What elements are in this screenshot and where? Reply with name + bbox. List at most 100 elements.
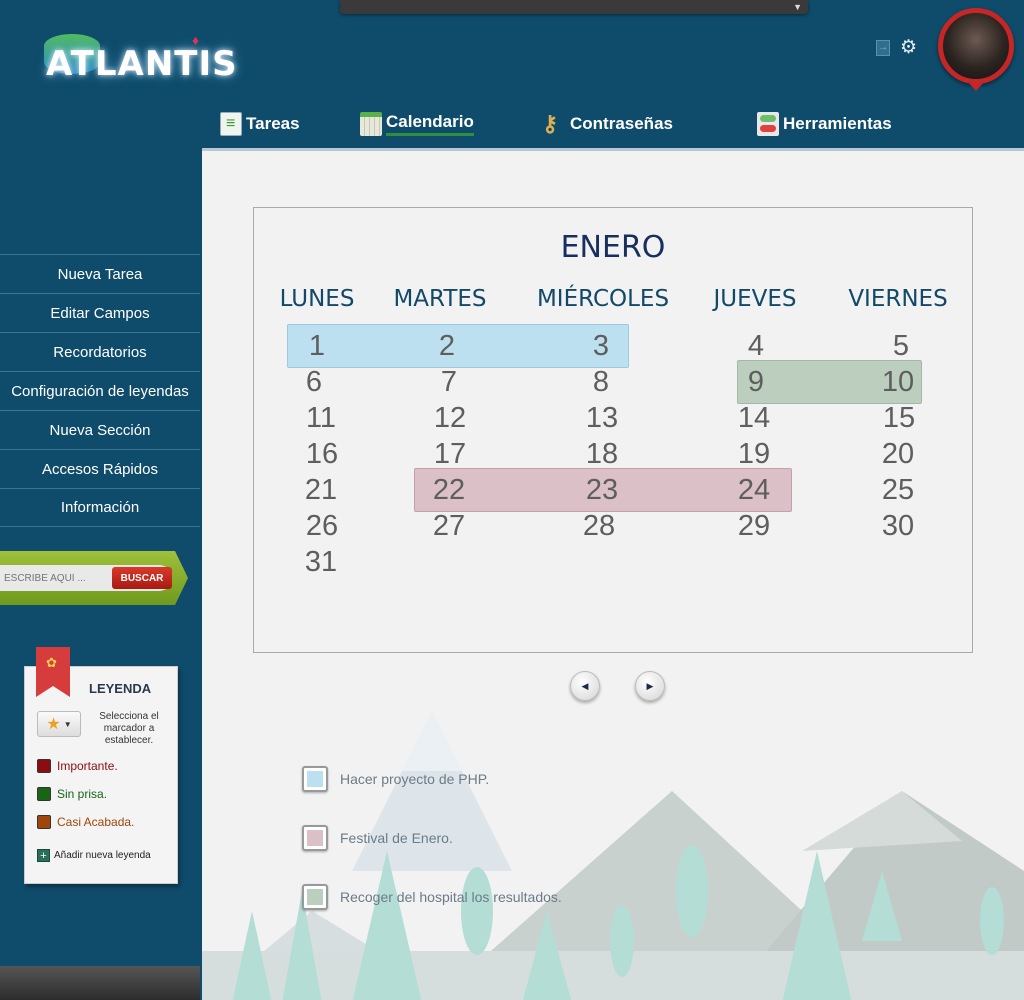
- sidebar-item-editar-campos[interactable]: Editar Campos: [0, 293, 200, 332]
- key-icon: ⚷: [542, 111, 559, 136]
- tab-label: Calendario: [386, 112, 474, 136]
- calendar-day[interactable]: 11: [306, 402, 336, 435]
- marker-select-button[interactable]: ★ ▼: [37, 711, 81, 737]
- calendar-day[interactable]: 8: [593, 366, 609, 399]
- calendar-day[interactable]: 24: [738, 474, 770, 507]
- tab-calendario[interactable]: Calendario: [360, 108, 474, 140]
- chevron-down-icon[interactable]: ▼: [793, 2, 802, 12]
- search-button[interactable]: BUSCAR: [112, 567, 172, 589]
- next-month-button[interactable]: ▶: [635, 671, 665, 701]
- weekday-header: LUNES: [279, 286, 355, 312]
- logo-text: ATLANTIS: [46, 44, 238, 84]
- arrow-left-icon: ◀: [581, 680, 589, 691]
- sidebar-item-configuracion-leyendas[interactable]: Configuración de leyendas: [0, 371, 200, 410]
- search-bar: BUSCAR: [0, 551, 188, 605]
- tab-tareas[interactable]: Tareas: [220, 108, 300, 140]
- calendar-day[interactable]: 4: [748, 330, 764, 363]
- calendar-day[interactable]: 28: [583, 510, 615, 543]
- calendar-day[interactable]: 30: [882, 510, 914, 543]
- legend-swatch: [37, 815, 51, 829]
- calendar-day[interactable]: 20: [882, 438, 914, 471]
- calendar-day[interactable]: 22: [433, 474, 465, 507]
- avatar[interactable]: [938, 8, 1014, 84]
- calendar-day[interactable]: 26: [306, 510, 338, 543]
- calendar-day[interactable]: 21: [305, 474, 337, 507]
- legend-item-label: Casi Acabada.: [57, 815, 135, 829]
- app-logo: ♦ ATLANTIS: [44, 30, 237, 94]
- marker-help-text: Selecciona el marcador a establecer.: [99, 711, 159, 746]
- top-nav: Tareas Calendario ⚷ Contraseñas Herramie…: [215, 108, 1015, 142]
- calendar-day[interactable]: 1: [309, 330, 325, 363]
- weekday-header: MARTES: [393, 286, 487, 312]
- legend-swatch: [37, 787, 51, 801]
- calendar-day[interactable]: 2: [439, 330, 455, 363]
- tab-label: Tareas: [246, 114, 300, 133]
- calendar-day[interactable]: 18: [586, 438, 618, 471]
- tab-contrasenas[interactable]: ⚷ Contraseñas: [542, 108, 673, 140]
- calendar-day[interactable]: 6: [306, 366, 322, 399]
- legend-item-label: Sin prisa.: [57, 787, 108, 801]
- event-item[interactable]: Recoger del hospital los resultados.: [302, 884, 562, 910]
- calendar-day[interactable]: 31: [305, 546, 337, 579]
- calendar-highlight-blue: [287, 324, 629, 368]
- calendar-day[interactable]: 16: [306, 438, 338, 471]
- calendar-day[interactable]: 14: [738, 402, 770, 435]
- calendar-icon: [360, 112, 382, 136]
- calendar-day[interactable]: 27: [433, 510, 465, 543]
- search-input[interactable]: [0, 565, 110, 591]
- calendar-day[interactable]: 19: [738, 438, 770, 471]
- legend-item-importante[interactable]: Importante.: [37, 759, 118, 773]
- avatar-pin: [968, 82, 984, 91]
- arrow-right-icon: ▶: [646, 680, 654, 691]
- main-content: ENERO LUNES MARTES MIÉRCOLES JUEVES VIER…: [202, 148, 1024, 1000]
- legend-ribbon: ✿: [36, 647, 70, 697]
- sidebar: Nueva Tarea Editar Campos Recordatorios …: [0, 254, 200, 527]
- sidebar-item-informacion[interactable]: Información: [0, 488, 200, 527]
- chevron-down-icon: ▼: [63, 719, 72, 729]
- sidebar-item-accesos-rapidos[interactable]: Accesos Rápidos: [0, 449, 200, 488]
- add-legend-label: Añadir nueva leyenda: [54, 850, 151, 861]
- calendar-day[interactable]: 10: [882, 366, 914, 399]
- sidebar-item-recordatorios[interactable]: Recordatorios: [0, 332, 200, 371]
- event-color-box: [302, 766, 328, 792]
- calendar-day[interactable]: 15: [883, 402, 915, 435]
- tools-icon: [757, 112, 779, 136]
- calendar-day[interactable]: 9: [748, 366, 764, 399]
- sidebar-footer: [0, 966, 200, 1000]
- search-field-wrap: BUSCAR: [0, 565, 172, 591]
- previous-month-button[interactable]: ◀: [570, 671, 600, 701]
- calendar-day[interactable]: 12: [434, 402, 466, 435]
- event-label: Festival de Enero.: [340, 830, 453, 846]
- weekday-header: MIÉRCOLES: [536, 286, 670, 312]
- tasks-icon: [220, 112, 242, 136]
- event-item[interactable]: Festival de Enero.: [302, 825, 453, 851]
- event-color-box: [302, 825, 328, 851]
- calendar-day[interactable]: 23: [586, 474, 618, 507]
- calendar-panel: ENERO LUNES MARTES MIÉRCOLES JUEVES VIER…: [253, 207, 973, 653]
- tab-label: Herramientas: [783, 114, 892, 133]
- calendar-day[interactable]: 29: [738, 510, 770, 543]
- legend-title: LEYENDA: [89, 681, 152, 696]
- event-color-box: [302, 884, 328, 910]
- sidebar-item-nueva-seccion[interactable]: Nueva Sección: [0, 410, 200, 449]
- legend-panel: ✿ LEYENDA ★ ▼ Selecciona el marcador a e…: [24, 647, 178, 884]
- tab-herramientas[interactable]: Herramientas: [757, 108, 892, 140]
- flower-icon: ✿: [46, 655, 57, 670]
- logout-icon[interactable]: →: [876, 40, 890, 56]
- gear-icon[interactable]: ⚙: [900, 36, 917, 59]
- legend-item-sin-prisa[interactable]: Sin prisa.: [37, 787, 107, 801]
- calendar-day[interactable]: 7: [441, 366, 457, 399]
- tab-label: Contraseñas: [570, 114, 673, 133]
- calendar-day[interactable]: 13: [586, 402, 618, 435]
- calendar-month-title: ENERO: [560, 230, 666, 265]
- legend-item-casi-acabada[interactable]: Casi Acabada.: [37, 815, 134, 829]
- event-label: Hacer proyecto de PHP.: [340, 771, 490, 787]
- calendar-day[interactable]: 25: [882, 474, 914, 507]
- calendar-day[interactable]: 3: [593, 330, 609, 363]
- sidebar-item-nueva-tarea[interactable]: Nueva Tarea: [0, 254, 200, 293]
- add-legend-button[interactable]: + Añadir nueva leyenda: [37, 849, 151, 862]
- top-dropdown[interactable]: ▼: [340, 0, 808, 14]
- calendar-day[interactable]: 17: [434, 438, 466, 471]
- event-item[interactable]: Hacer proyecto de PHP.: [302, 766, 489, 792]
- calendar-day[interactable]: 5: [893, 330, 909, 363]
